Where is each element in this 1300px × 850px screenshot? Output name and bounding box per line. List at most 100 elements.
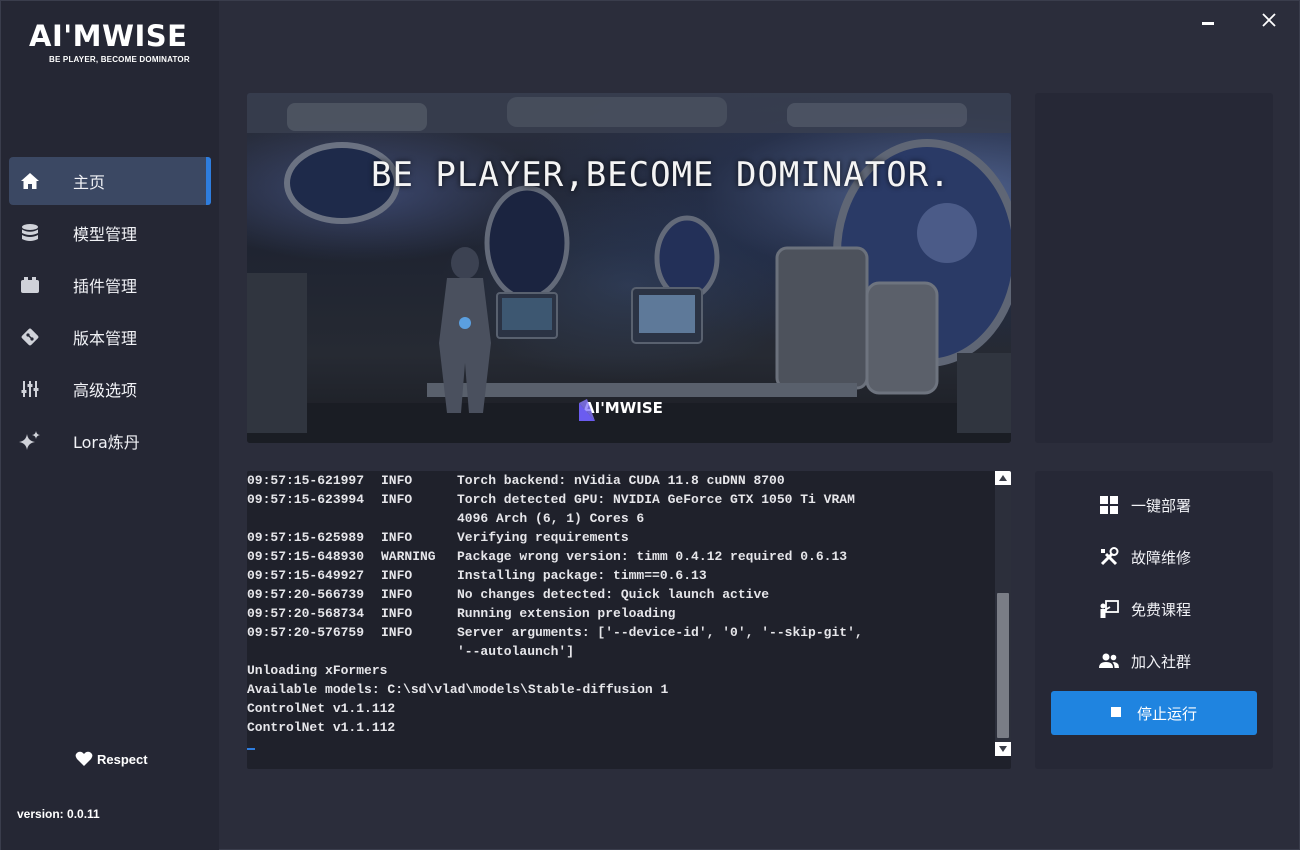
log-message: Package wrong version: timm 0.4.12 requi… <box>457 549 848 564</box>
log-line: 09:57:20-566739 INFO No changes detected: … <box>247 585 991 604</box>
plugin-icon <box>19 274 41 296</box>
scroll-up-button[interactable] <box>995 471 1011 485</box>
teacher-icon <box>1099 599 1119 619</box>
log-line: 09:57:15-649927 INFO Installing package: t… <box>247 566 991 585</box>
sidebar-item-label: 模型管理 <box>73 225 138 244</box>
console-output-line: ControlNet v1.1.112 <box>247 701 396 716</box>
sidebar-item-label: 版本管理 <box>73 329 138 348</box>
join-community-button[interactable]: 加入社群 <box>1099 649 1191 673</box>
log-line: 4096 Arch (6, 1) Cores 6 <box>247 509 991 528</box>
sidebar-item-label: 主页 <box>73 173 106 192</box>
action-label: 故障维修 <box>1131 548 1192 567</box>
log-message: Torch backend: nVidia CUDA 11.8 cuDNN 87… <box>457 473 785 488</box>
log-level: INFO <box>381 568 413 583</box>
sliders-icon <box>19 378 41 400</box>
log-line: 09:57:15-621997 INFO Torch backend: nVidia… <box>247 471 991 490</box>
log-line: 09:57:15-648930 WARNING Package wrong vers… <box>247 547 991 566</box>
log-timestamp: 09:57:15-649927 <box>247 568 365 583</box>
group-icon <box>1099 651 1119 671</box>
scroll-down-button[interactable] <box>995 742 1011 756</box>
log-timestamp: 09:57:20-576759 <box>247 625 365 640</box>
log-message: Torch detected GPU: NVIDIA GeForce GTX 1… <box>457 492 855 507</box>
log-message: 4096 Arch (6, 1) Cores 6 <box>457 511 645 526</box>
sidebar: AI'MWISE BE PLAYER, BECOME DOMINATOR 主页 … <box>1 1 219 850</box>
version-label: version: 0.0.11 <box>17 807 100 821</box>
logo-text: AI'MWISE <box>29 19 188 53</box>
action-label: 免费课程 <box>1131 600 1192 619</box>
side-info-panel <box>1035 93 1273 443</box>
sidebar-item-plugins[interactable]: 插件管理 <box>9 261 211 309</box>
console-cursor <box>247 748 255 750</box>
minimize-button[interactable] <box>1197 9 1219 31</box>
close-button[interactable] <box>1258 9 1280 31</box>
log-line: '--autolaunch'] <box>247 642 991 661</box>
log-timestamp <box>247 509 381 528</box>
app-logo: AI'MWISE BE PLAYER, BECOME DOMINATOR <box>29 19 201 71</box>
log-message: Installing package: timm==0.6.13 <box>457 568 707 583</box>
sidebar-item-versions[interactable]: 版本管理 <box>9 313 211 361</box>
log-timestamp <box>247 642 381 661</box>
log-level: WARNING <box>381 549 436 564</box>
minimize-icon <box>1202 22 1214 25</box>
banner-logo: AI'MWISE <box>577 399 663 421</box>
stop-button-label: 停止运行 <box>1136 704 1197 723</box>
hero-banner: BE PLAYER,BECOME DOMINATOR. AI'MWISE <box>247 93 1011 443</box>
log-level: INFO <box>381 606 413 621</box>
sidebar-item-label: 插件管理 <box>73 277 138 296</box>
action-label: 一键部署 <box>1131 496 1192 515</box>
scrollbar-thumb[interactable] <box>997 593 1009 738</box>
console-scrollbar[interactable] <box>995 471 1011 756</box>
console-output-line: Available models: C:\sd\vlad\models\Stab… <box>247 682 669 697</box>
one-click-deploy-button[interactable]: 一键部署 <box>1099 493 1191 517</box>
windows-icon <box>1099 495 1119 515</box>
log-level: INFO <box>381 473 413 488</box>
arrow-up-icon <box>999 475 1007 481</box>
log-line: 09:57:15-623994 INFO Torch detected GPU: N… <box>247 490 991 509</box>
sidebar-item-label: Lora炼丹 <box>73 433 140 452</box>
aimwise-logo-icon <box>579 399 595 421</box>
git-icon <box>19 326 41 348</box>
action-panel: 一键部署 故障维修 免费课程 加入社群 停止运行 <box>1035 471 1273 769</box>
log-timestamp: 09:57:15-625989 <box>247 530 365 545</box>
log-message: '--autolaunch'] <box>457 644 575 659</box>
log-level: INFO <box>381 530 413 545</box>
sidebar-item-advanced[interactable]: 高级选项 <box>9 365 211 413</box>
sparkle-icon <box>19 430 41 452</box>
console-output-line: ControlNet v1.1.112 <box>247 720 396 735</box>
action-label: 加入社群 <box>1131 652 1192 671</box>
log-message: Verifying requirements <box>457 530 629 545</box>
heart-icon <box>75 751 93 766</box>
close-icon <box>1262 13 1276 27</box>
console-output-line: Unloading xFormers <box>247 663 388 678</box>
respect-button[interactable]: Respect <box>75 751 148 767</box>
sidebar-nav: 主页 模型管理 插件管理 版本管理 高级选项 Lora炼丹 <box>9 157 211 469</box>
stop-running-button[interactable]: 停止运行 <box>1051 691 1257 735</box>
log-timestamp: 09:57:15-623994 <box>247 492 365 507</box>
sidebar-item-home[interactable]: 主页 <box>9 157 211 205</box>
tools-icon <box>1099 547 1119 567</box>
log-level: INFO <box>381 625 413 640</box>
log-level: INFO <box>381 587 413 602</box>
respect-label: Respect <box>97 751 148 767</box>
database-icon <box>19 222 41 244</box>
log-line: 09:57:20-568734 INFO Running extension pre… <box>247 604 991 623</box>
sidebar-item-label: 高级选项 <box>73 381 138 400</box>
log-timestamp: 09:57:15-648930 <box>247 549 365 564</box>
log-message: Server arguments: ['--device-id', '0', '… <box>457 625 863 640</box>
home-icon <box>19 170 41 192</box>
sidebar-item-lora[interactable]: Lora炼丹 <box>9 417 211 465</box>
log-message: No changes detected: Quick launch active <box>457 587 770 602</box>
log-timestamp: 09:57:20-566739 <box>247 587 365 602</box>
logo-tagline: BE PLAYER, BECOME DOMINATOR <box>49 55 190 64</box>
sidebar-item-models[interactable]: 模型管理 <box>9 209 211 257</box>
log-line: 09:57:15-625989 INFO Verifying requirement… <box>247 528 991 547</box>
banner-headline: BE PLAYER,BECOME DOMINATOR. <box>371 155 951 195</box>
console-log: 09:57:15-621997 INFO Torch backend: nVidia… <box>247 471 1011 769</box>
log-level <box>381 509 457 528</box>
log-timestamp: 09:57:15-621997 <box>247 473 365 488</box>
free-courses-button[interactable]: 免费课程 <box>1099 597 1191 621</box>
log-line: 09:57:20-576759 INFO Server arguments: ['-… <box>247 623 991 642</box>
arrow-down-icon <box>999 746 1007 752</box>
troubleshoot-button[interactable]: 故障维修 <box>1099 545 1191 569</box>
console-lines: 09:57:15-621997 INFO Torch backend: nVidia… <box>247 471 991 756</box>
